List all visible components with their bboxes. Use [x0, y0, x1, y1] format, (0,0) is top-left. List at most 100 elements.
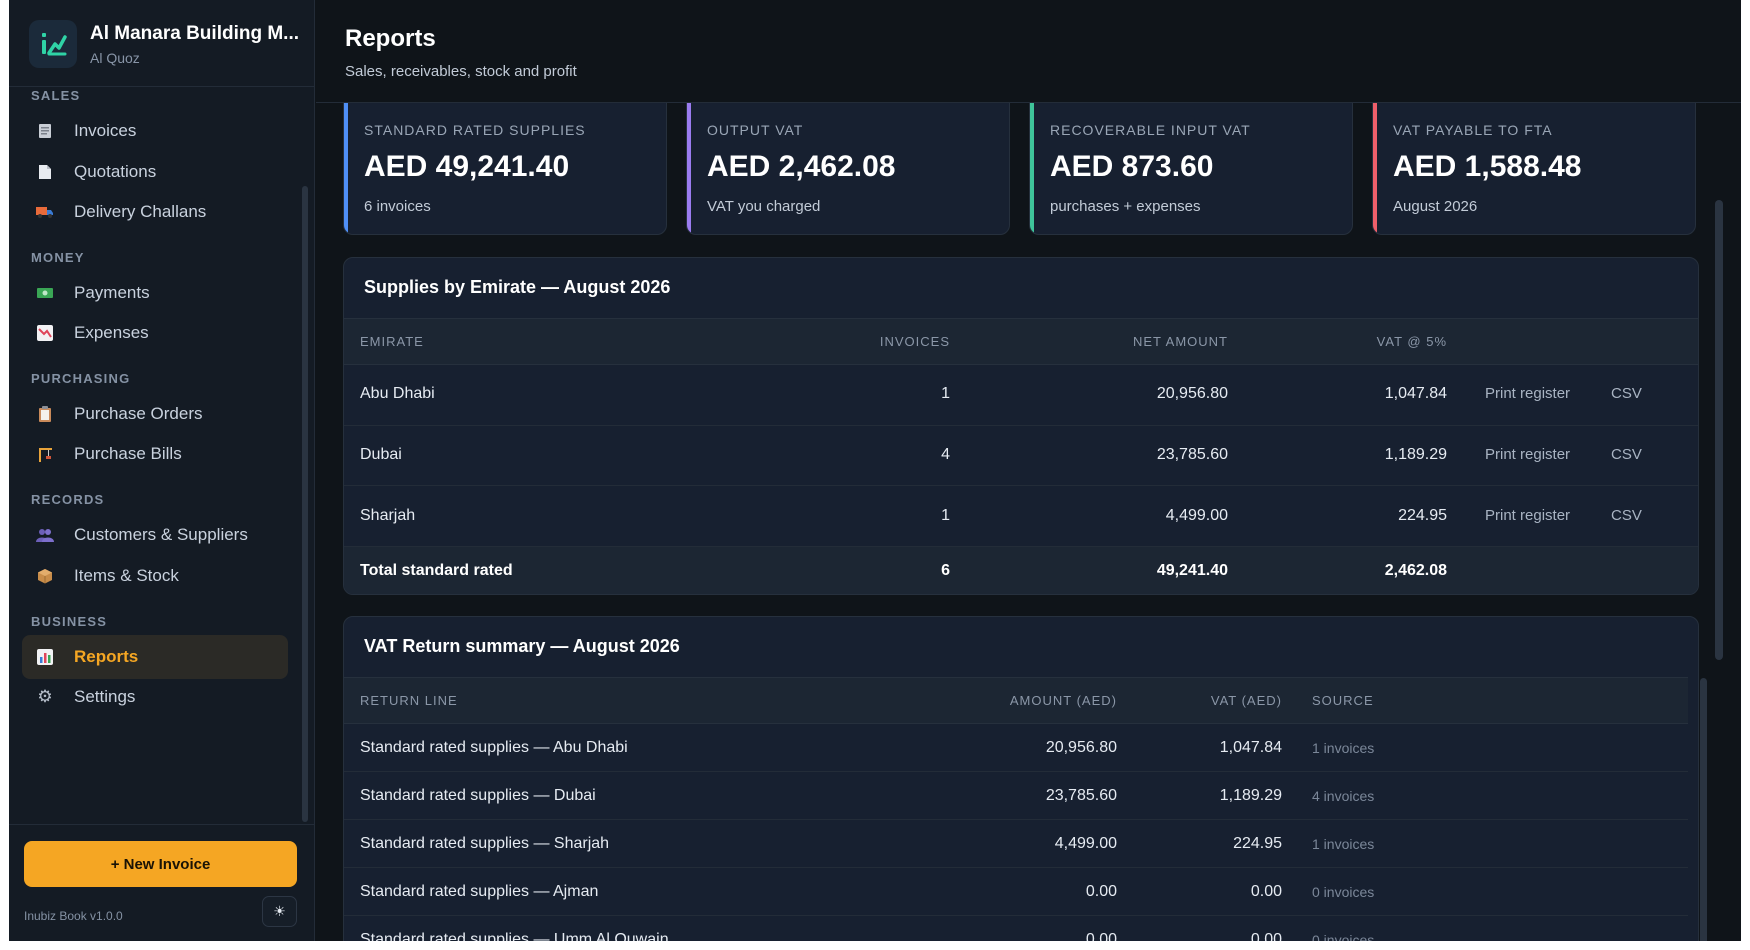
amount-cell: 20,956.80	[1045, 739, 1117, 756]
return-line-cell: Standard rated supplies — Umm Al Quwain	[360, 931, 669, 941]
page-scrollbar[interactable]	[1715, 200, 1723, 660]
table-total-row: Total standard rated 6 49,241.40 2,462.0…	[344, 547, 1698, 594]
invoice-icon	[36, 122, 54, 140]
column-header[interactable]: RETURN LINE	[360, 693, 458, 708]
crane-icon	[36, 445, 54, 463]
sidebar-item-invoices[interactable]: Invoices	[22, 109, 288, 153]
table-row: Abu Dhabi 1 20,956.80 1,047.84 Print reg…	[344, 365, 1698, 426]
vat-return-summary-card: VAT Return summary — August 2026 RETURN …	[343, 616, 1699, 941]
vat-cell: 1,189.29	[1219, 787, 1282, 804]
vat-cell: 0.00	[1250, 883, 1282, 900]
sidebar-item-reports[interactable]: Reports	[22, 635, 288, 679]
amount-cell: 4,499.00	[1054, 835, 1117, 852]
source-cell: 0 invoices	[1312, 884, 1375, 900]
net-amount-cell: 20,956.80	[1156, 385, 1228, 402]
brand-header[interactable]: Al Manara Building M... Al Quoz	[9, 0, 315, 87]
print-register-link[interactable]: Print register	[1485, 385, 1570, 402]
invoices-cell: 4	[941, 446, 950, 463]
kpi-vat-payable: VAT payable to FTA AED 1,588.48 August 2…	[1372, 103, 1696, 235]
page-subtitle: Sales, receivables, stock and profit	[345, 63, 577, 80]
table-row: Standard rated supplies — Sharjah 4,499.…	[344, 820, 1688, 868]
print-register-link[interactable]: Print register	[1485, 507, 1570, 524]
sidebar-item-quotations[interactable]: Quotations	[22, 150, 288, 194]
total-vat: 2,462.08	[1384, 562, 1447, 579]
sidebar-item-label: Purchase Orders	[74, 404, 203, 423]
sun-icon: ☀	[273, 903, 286, 919]
sidebar-item-label: Delivery Challans	[74, 202, 207, 221]
business-location: Al Quoz	[90, 50, 140, 66]
column-header[interactable]: AMOUNT (AED)	[1010, 693, 1117, 708]
print-register-link[interactable]: Print register	[1485, 446, 1570, 463]
sidebar-item-label: Expenses	[74, 323, 149, 342]
sidebar-scrollbar[interactable]	[302, 186, 308, 822]
kpi-accent-bar	[687, 103, 691, 234]
sidebar-item-label: Invoices	[74, 121, 137, 140]
sidebar-item-purchase-orders[interactable]: Purchase Orders	[22, 392, 288, 436]
table-header: EMIRATE INVOICES NET AMOUNT VAT @ 5%	[344, 318, 1698, 365]
clipboard-icon	[36, 405, 54, 423]
table-row: Standard rated supplies — Abu Dhabi 20,9…	[344, 724, 1688, 772]
table-row: Dubai 4 23,785.60 1,189.29 Print registe…	[344, 426, 1698, 486]
emirate-cell: Dubai	[360, 446, 402, 463]
csv-link[interactable]: CSV	[1611, 385, 1642, 402]
nav-section-business: BUSINESS	[31, 614, 108, 629]
cash-icon	[36, 284, 54, 302]
new-invoice-button[interactable]: + New Invoice	[24, 841, 297, 887]
sidebar-item-customers-suppliers[interactable]: Customers & Suppliers	[22, 513, 288, 557]
column-header[interactable]: VAT @ 5%	[1377, 334, 1447, 349]
source-cell: 0 invoices	[1312, 932, 1375, 941]
sidebar-item-expenses[interactable]: Expenses	[22, 311, 288, 355]
business-name: Al Manara Building M...	[90, 23, 300, 44]
kpi-label: Recoverable input VAT	[1050, 122, 1251, 138]
sidebar-item-settings[interactable]: ⚙ Settings	[22, 675, 288, 719]
kpi-value: AED 1,588.48	[1393, 150, 1582, 183]
vat-cell: 1,189.29	[1384, 446, 1447, 463]
kpi-sub: VAT you charged	[707, 198, 821, 215]
table-scrollbar[interactable]	[1700, 678, 1707, 941]
kpi-recoverable-input-vat: Recoverable input VAT AED 873.60 purchas…	[1029, 103, 1353, 235]
total-net-amount: 49,241.40	[1156, 562, 1228, 579]
sidebar-item-purchase-bills[interactable]: Purchase Bills	[22, 432, 288, 476]
sidebar-item-label: Payments	[74, 283, 150, 302]
kpi-accent-bar	[344, 103, 348, 234]
csv-link[interactable]: CSV	[1611, 507, 1642, 524]
people-icon	[36, 526, 54, 544]
supplies-by-emirate-card: Supplies by Emirate — August 2026 EMIRAT…	[343, 257, 1699, 595]
column-header[interactable]: VAT (AED)	[1211, 693, 1282, 708]
return-line-cell: Standard rated supplies — Abu Dhabi	[360, 739, 628, 756]
sidebar-nav: SALES Invoices Quotations Delivery Chall…	[9, 88, 309, 824]
sidebar-item-items-stock[interactable]: Items & Stock	[22, 554, 288, 598]
kpi-label: VAT payable to FTA	[1393, 122, 1553, 138]
nav-section-sales: SALES	[31, 88, 81, 103]
total-label: Total standard rated	[360, 562, 513, 579]
amount-cell: 23,785.60	[1045, 787, 1117, 804]
column-header[interactable]: NET AMOUNT	[1133, 334, 1228, 349]
column-header[interactable]: EMIRATE	[360, 334, 424, 349]
kpi-sub: purchases + expenses	[1050, 198, 1201, 215]
kpi-sub: August 2026	[1393, 198, 1478, 215]
app-window: Al Manara Building M... Al Quoz SALES In…	[9, 0, 1741, 941]
theme-toggle-button[interactable]: ☀	[262, 896, 297, 927]
kpi-accent-bar	[1373, 103, 1377, 234]
table-row: Standard rated supplies — Ajman 0.00 0.0…	[344, 868, 1688, 916]
sidebar-item-label: Settings	[74, 687, 136, 706]
kpi-value: AED 873.60	[1050, 150, 1214, 183]
column-header[interactable]: INVOICES	[880, 334, 950, 349]
vat-cell: 224.95	[1233, 835, 1282, 852]
total-invoices: 6	[941, 562, 950, 579]
page-title: Reports	[345, 25, 436, 52]
return-line-cell: Standard rated supplies — Ajman	[360, 883, 599, 900]
sidebar-item-delivery-challans[interactable]: Delivery Challans	[22, 190, 288, 234]
gear-icon: ⚙	[37, 687, 53, 706]
source-cell: 1 invoices	[1312, 836, 1375, 852]
csv-link[interactable]: CSV	[1611, 446, 1642, 463]
kpi-label: Output VAT	[707, 122, 804, 138]
sidebar-item-label: Customers & Suppliers	[74, 525, 248, 544]
kpi-sub: 6 invoices	[364, 198, 431, 215]
table-header: RETURN LINE AMOUNT (AED) VAT (AED) SOURC…	[344, 677, 1688, 724]
source-cell: 1 invoices	[1312, 740, 1375, 756]
sidebar-item-payments[interactable]: Payments	[22, 271, 288, 315]
column-header[interactable]: SOURCE	[1312, 693, 1374, 708]
bar-chart-icon	[36, 648, 54, 666]
nav-section-purchasing: PURCHASING	[31, 371, 131, 386]
